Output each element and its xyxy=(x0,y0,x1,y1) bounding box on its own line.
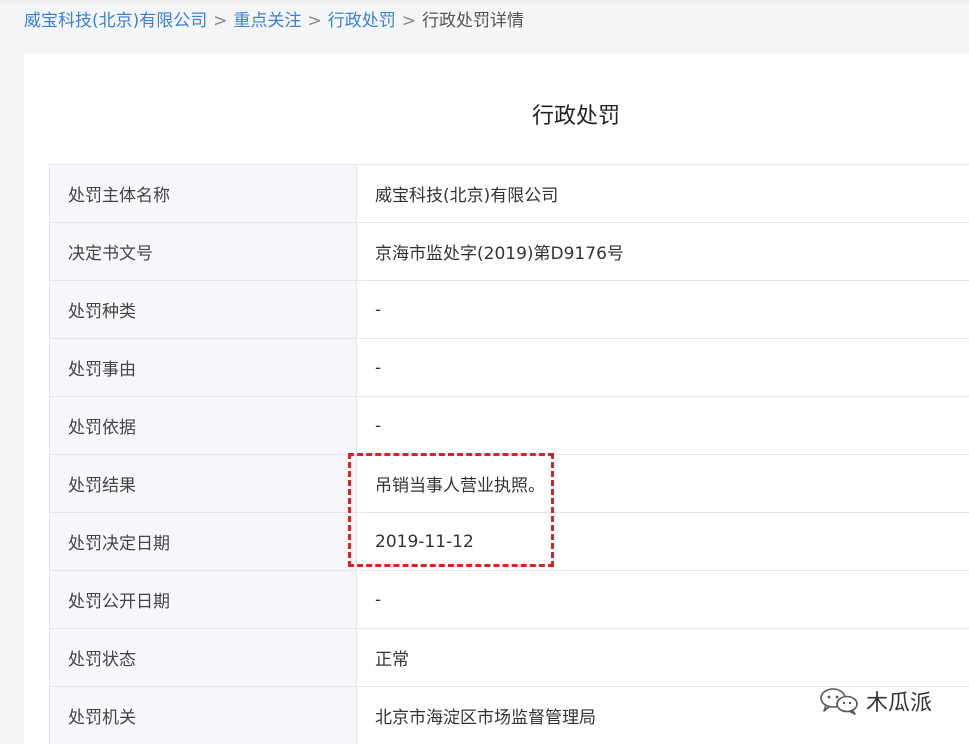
row-value: 吊销当事人营业执照。 xyxy=(356,454,969,513)
page-title: 行政处罚 xyxy=(532,104,621,129)
table-row: 处罚结果 吊销当事人营业执照。 xyxy=(49,454,969,513)
page: 威宝科技(北京)有限公司 > 重点关注 > 行政处罚 > 行政处罚详情 行政处罚 处罚主体名… xyxy=(0,0,969,744)
row-value: 京海市监处字(2019)第D9176号 xyxy=(356,222,969,281)
top-shadow-bar xyxy=(0,0,969,6)
breadcrumb-focus-link[interactable]: 重点关注 xyxy=(234,11,302,31)
table-row: 处罚种类 - xyxy=(49,280,969,339)
row-label: 处罚依据 xyxy=(49,396,357,455)
row-label: 处罚机关 xyxy=(49,686,357,744)
table-row: 决定书文号 京海市监处字(2019)第D9176号 xyxy=(49,222,969,281)
breadcrumb-current: 行政处罚详情 xyxy=(422,11,525,31)
breadcrumb: 威宝科技(北京)有限公司 > 重点关注 > 行政处罚 > 行政处罚详情 xyxy=(24,8,524,34)
row-label: 处罚主体名称 xyxy=(49,164,357,223)
row-value: 正常 xyxy=(356,628,969,687)
table-row: 处罚事由 - xyxy=(49,338,969,397)
table-row: 处罚公开日期 - xyxy=(49,570,969,629)
penalty-detail-table: 处罚主体名称 威宝科技(北京)有限公司 决定书文号 京海市监处字(2019)第D… xyxy=(49,164,969,744)
row-label: 处罚事由 xyxy=(49,338,357,397)
breadcrumb-company-link[interactable]: 威宝科技(北京)有限公司 xyxy=(24,11,207,31)
row-label: 处罚决定日期 xyxy=(49,512,357,571)
row-value: 2019-11-12 xyxy=(356,512,969,571)
watermark: 木瓜派 xyxy=(818,684,932,718)
row-value: 威宝科技(北京)有限公司 xyxy=(356,164,969,223)
table-row: 处罚状态 正常 xyxy=(49,628,969,687)
breadcrumb-separator: > xyxy=(307,11,322,31)
row-label: 处罚公开日期 xyxy=(49,570,357,629)
row-label: 决定书文号 xyxy=(49,222,357,281)
row-label: 处罚状态 xyxy=(49,628,357,687)
breadcrumb-penalty-link[interactable]: 行政处罚 xyxy=(328,11,396,31)
row-value: - xyxy=(356,338,969,397)
row-value: - xyxy=(356,570,969,629)
table-row: 处罚依据 - xyxy=(49,396,969,455)
watermark-text: 木瓜派 xyxy=(866,691,933,716)
row-value: - xyxy=(356,396,969,455)
breadcrumb-separator: > xyxy=(401,11,417,31)
breadcrumb-separator: > xyxy=(213,11,228,31)
row-label: 处罚结果 xyxy=(49,454,357,513)
row-label: 处罚种类 xyxy=(49,280,357,339)
wechat-icon xyxy=(818,686,860,716)
row-value: - xyxy=(356,280,969,339)
table-row: 处罚决定日期 2019-11-12 xyxy=(49,512,969,571)
table-row: 处罚主体名称 威宝科技(北京)有限公司 xyxy=(49,164,969,223)
